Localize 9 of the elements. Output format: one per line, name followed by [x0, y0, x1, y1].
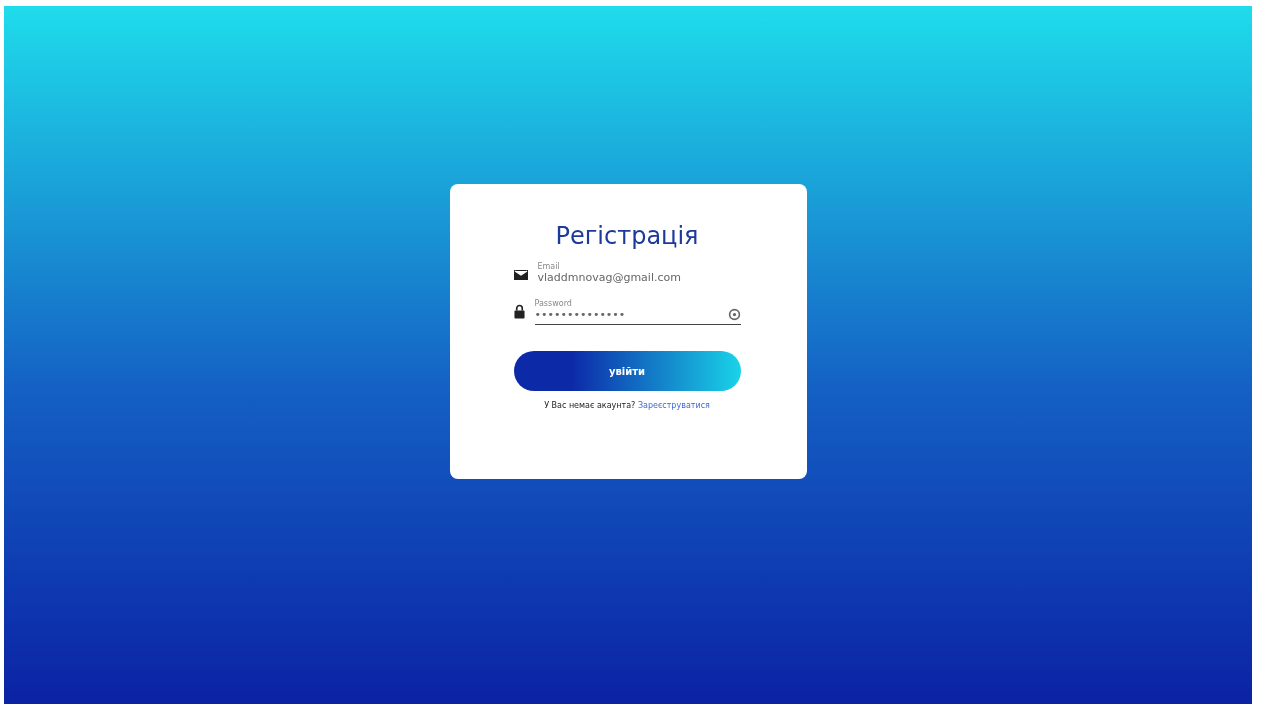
signup-prompt: У Вас немає акаунта? [544, 401, 636, 410]
lock-icon [513, 304, 525, 319]
form-title: Регістрація [554, 222, 700, 250]
signup-link[interactable]: Зареєструватися [637, 401, 710, 410]
envelope-icon [513, 269, 528, 281]
login-button[interactable]: увійти [513, 351, 741, 391]
eye-icon[interactable] [727, 308, 741, 321]
input-field[interactable]: Password •••••••••••••• [534, 299, 741, 325]
input-field[interactable]: Email vladdmnovag@gmail.com [537, 262, 741, 287]
